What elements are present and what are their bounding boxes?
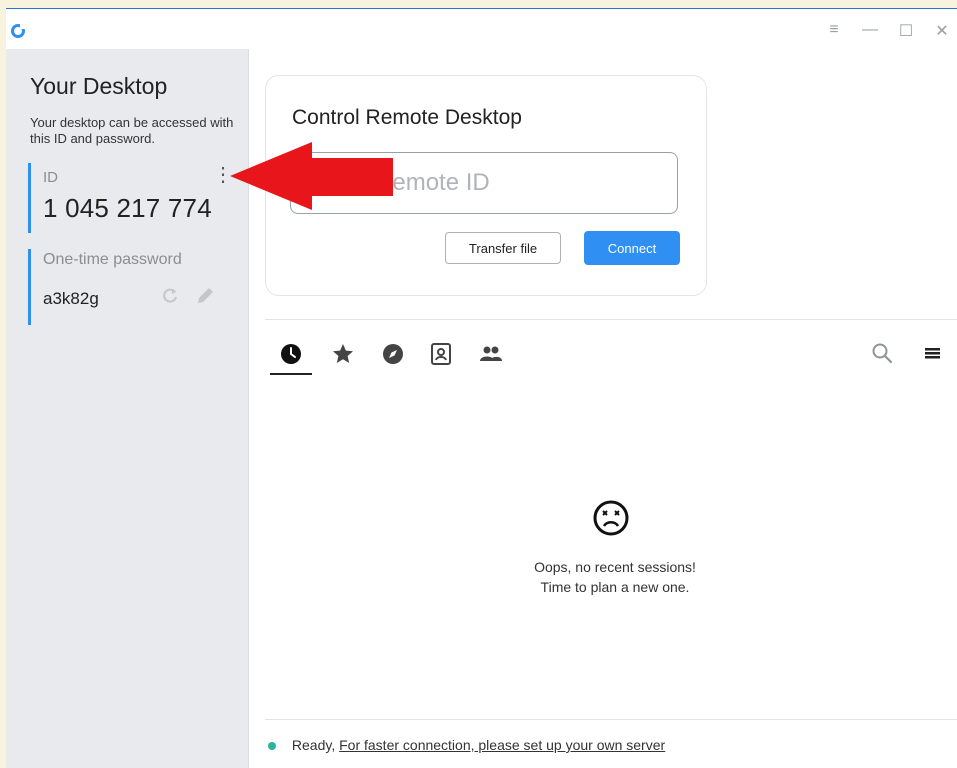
refresh-icon[interactable] (161, 287, 179, 305)
remote-id-input[interactable] (290, 152, 678, 214)
empty-state-line-1: Oops, no recent sessions! (534, 559, 696, 575)
remote-control-card: Control Remote Desktop Transfer file Con… (265, 75, 707, 296)
app-logo-icon (11, 23, 26, 38)
list-view-icon[interactable] (920, 341, 944, 365)
compass-icon (383, 344, 403, 364)
star-icon (333, 344, 353, 363)
card-title: Control Remote Desktop (292, 106, 522, 129)
password-value: a3k82g (43, 289, 99, 308)
close-icon[interactable]: ✕ (931, 21, 953, 41)
password-label: One-time password (43, 251, 182, 268)
tab-group[interactable] (476, 339, 506, 369)
password-section: One-time password a3k82g (28, 249, 231, 325)
tab-favorites[interactable] (328, 339, 358, 369)
search-icon[interactable] (870, 341, 894, 365)
sidebar: Your Desktop Your desktop can be accesse… (6, 49, 249, 768)
setup-server-link[interactable]: For faster connection, please set up you… (339, 737, 665, 753)
divider (265, 319, 957, 320)
empty-state-message: Oops, no recent sessions! Time to plan a… (465, 557, 765, 597)
status-separator (265, 719, 957, 720)
tab-discovered[interactable] (378, 339, 408, 369)
menu-icon[interactable]: ≡ (823, 21, 845, 41)
tab-recent-sessions[interactable] (276, 339, 306, 369)
connect-button[interactable]: Connect (584, 231, 680, 265)
sidebar-description: Your desktop can be accessed with this I… (30, 115, 234, 146)
group-icon (480, 346, 502, 361)
more-options-icon[interactable]: ⋮ (213, 165, 233, 185)
empty-state-line-2: Time to plan a new one. (540, 579, 690, 595)
app-window: ≡ — ☐ ✕ Your Desktop Your desktop can be… (6, 8, 957, 768)
clock-icon (281, 344, 301, 364)
id-section: ID ⋮ 1 045 217 774 (28, 163, 233, 233)
active-tab-indicator (270, 373, 312, 375)
id-value: 1 045 217 774 (43, 193, 212, 223)
sidebar-title: Your Desktop (30, 73, 168, 99)
status-bar: Ready, For faster connection, please set… (268, 737, 665, 753)
status-dot (268, 742, 276, 751)
tab-address-book[interactable] (426, 339, 456, 369)
edit-icon[interactable] (195, 286, 215, 306)
minimize-icon[interactable]: — (859, 21, 881, 41)
address-book-icon (431, 343, 451, 365)
status-ready-text: Ready, (291, 737, 336, 753)
id-label: ID (43, 169, 58, 186)
title-bar: ≡ — ☐ ✕ (6, 9, 957, 49)
maximize-icon[interactable]: ☐ (895, 21, 917, 41)
window-controls: ≡ — ☐ ✕ (823, 21, 953, 41)
sad-face-icon (593, 500, 629, 536)
transfer-file-button[interactable]: Transfer file (445, 232, 561, 264)
